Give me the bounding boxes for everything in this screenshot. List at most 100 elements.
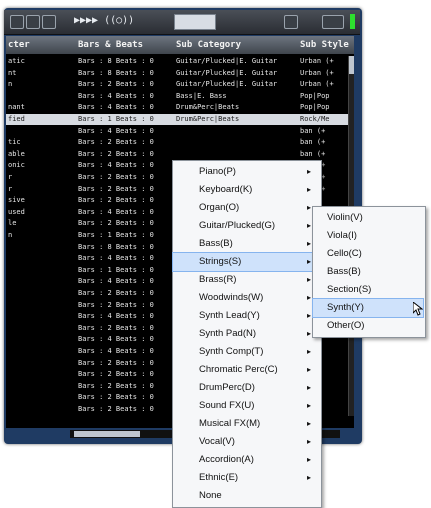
- menu-item[interactable]: Organ(O) ▸: [173, 199, 319, 217]
- column-header[interactable]: Sub Category: [176, 36, 241, 54]
- table-row[interactable]: Bars : 4 Beats : 0 Bass|E. Bass Pop|Pop: [6, 91, 354, 102]
- menu-item-label: Guitar/Plucked(G): [199, 220, 276, 231]
- menu-item[interactable]: Vocal(V) ▸: [173, 433, 319, 451]
- table-row[interactable]: able Bars : 2 Beats : 0 ban (+: [6, 149, 354, 160]
- table-cell: ban (+: [300, 138, 326, 147]
- table-header: cter Bars & Beats Sub Category Sub Style: [6, 36, 354, 54]
- submenu-arrow-icon: ▸: [306, 185, 311, 194]
- menu-item[interactable]: DrumPerc(D) ▸: [173, 379, 319, 397]
- submenu-item[interactable]: Section(S): [313, 281, 423, 299]
- search-input[interactable]: [174, 14, 216, 30]
- table-cell: Urban (+: [300, 80, 334, 89]
- toolbar: ▶▶▶▶ ((○)): [4, 10, 360, 35]
- menu-item[interactable]: Woodwinds(W) ▸: [173, 289, 319, 307]
- table-cell: Guitar/Plucked|E. Guitar: [176, 57, 278, 65]
- menu-item[interactable]: Sound FX(U) ▸: [173, 397, 319, 415]
- table-cell: Bars : 4 Beats : 0: [78, 207, 154, 216]
- submenu-arrow-icon: ▸: [306, 365, 311, 374]
- submenu-item-label: Viola(I): [327, 230, 357, 241]
- table-row[interactable]: nant Bars : 4 Beats : 0 Drum&Perc|Beats Pop…: [6, 102, 354, 113]
- menu-item-label: Woodwinds(W): [199, 292, 264, 303]
- submenu-item[interactable]: Violin(V): [313, 209, 423, 227]
- submenu-item[interactable]: Viola(I): [313, 227, 423, 245]
- table-cell: ban (+: [300, 149, 326, 158]
- menu-item[interactable]: None: [173, 487, 319, 505]
- table-cell: Rock/Me: [300, 115, 330, 123]
- transport-display[interactable]: ▶▶▶▶ ((○)): [74, 14, 134, 28]
- menu-item-label: Sound FX(U): [199, 400, 255, 411]
- scroll-thumb[interactable]: [74, 431, 140, 437]
- submenu-arrow-icon: ▸: [306, 401, 311, 410]
- menu-item[interactable]: Synth Pad(N) ▸: [173, 325, 319, 343]
- table-cell: nt: [8, 68, 17, 77]
- menu-item[interactable]: Keyboard(K) ▸: [173, 181, 319, 199]
- submenu-item-label: Other(O): [327, 320, 365, 331]
- menu-item-label: Accordion(A): [199, 454, 254, 465]
- table-row[interactable]: tic Bars : 2 Beats : 0 ban (+: [6, 137, 354, 148]
- menu-item-label: Ethnic(E): [199, 472, 239, 483]
- table-row[interactable]: Bars : 4 Beats : 0 ban (+: [6, 126, 354, 137]
- submenu-arrow-icon: ▸: [306, 455, 311, 464]
- table-cell: r: [8, 184, 13, 193]
- submenu-arrow-icon: ▸: [306, 473, 311, 482]
- table-cell: atic: [8, 57, 25, 65]
- table-row[interactable]: fied Bars : 1 Beats : 0 Drum&Perc|Beats Roc…: [6, 114, 354, 126]
- menu-item[interactable]: Synth Lead(Y) ▸: [173, 307, 319, 325]
- toolbar-tool-icon[interactable]: [42, 15, 56, 29]
- menu-item[interactable]: Brass(R) ▸: [173, 271, 319, 289]
- table-cell: used: [8, 207, 25, 216]
- menu-item[interactable]: Strings(S) ▸: [172, 252, 320, 272]
- submenu-item[interactable]: Synth(Y): [312, 298, 424, 318]
- submenu-item[interactable]: Cello(C): [313, 245, 423, 263]
- table-cell: Bars : 4 Beats : 0: [78, 161, 154, 170]
- submenu-item[interactable]: Bass(B): [313, 263, 423, 281]
- table-row[interactable]: n Bars : 2 Beats : 0 Guitar/Plucked|E. Gui…: [6, 79, 354, 90]
- table-cell: nant: [8, 103, 25, 112]
- settings-icon[interactable]: [284, 15, 298, 29]
- menu-item[interactable]: Guitar/Plucked(G) ▸: [173, 217, 319, 235]
- submenu-arrow-icon: ▸: [306, 311, 311, 320]
- menu-item-label: Brass(R): [199, 274, 237, 285]
- status-indicator: [350, 14, 355, 29]
- column-header[interactable]: Sub Style: [300, 36, 349, 54]
- table-cell: Bars : 8 Beats : 0: [78, 68, 154, 77]
- submenu-item-label: Cello(C): [327, 248, 362, 259]
- menu-item[interactable]: Musical FX(M) ▸: [173, 415, 319, 433]
- menu-item[interactable]: Piano(P) ▸: [173, 163, 319, 181]
- menu-item[interactable]: Accordion(A) ▸: [173, 451, 319, 469]
- table-cell: Urban (+: [300, 57, 334, 65]
- menu-item-label: DrumPerc(D): [199, 382, 255, 393]
- toolbar-tool-icon[interactable]: [10, 15, 24, 29]
- toolbar-tool-icon[interactable]: [26, 15, 40, 29]
- scroll-thumb[interactable]: [349, 56, 354, 74]
- menu-item[interactable]: Ethnic(E) ▸: [173, 469, 319, 487]
- table-cell: Bars : 4 Beats : 0: [78, 91, 154, 100]
- table-cell: n: [8, 231, 13, 239]
- menu-item-label: Piano(P): [199, 166, 236, 177]
- table-cell: Drum&Perc|Beats: [176, 115, 240, 123]
- strings-submenu: Violin(V) Viola(I) Cello(C) Bass(B) Section(…: [312, 206, 426, 338]
- category-context-menu: Piano(P) ▸ Keyboard(K) ▸ Organ(O) ▸ Guitar/Plu…: [172, 160, 322, 508]
- table-cell: n: [8, 80, 13, 89]
- table-cell: Bars : 2 Beats : 0: [78, 219, 154, 228]
- table-cell: Bars : 4 Beats : 0: [78, 254, 154, 263]
- table-cell: Bars : 2 Beats : 0: [78, 80, 154, 89]
- submenu-arrow-icon: ▸: [306, 419, 311, 428]
- menu-item[interactable]: Chromatic Perc(C) ▸: [173, 361, 319, 379]
- table-cell: Bars : 2 Beats : 0: [78, 149, 154, 158]
- menu-item-label: None: [199, 490, 222, 501]
- table-row[interactable]: nt Bars : 8 Beats : 0 Guitar/Plucked|E. Gu…: [6, 68, 354, 79]
- submenu-arrow-icon: ▸: [306, 347, 311, 356]
- submenu-item-label: Synth(Y): [327, 302, 364, 313]
- table-cell: Bars : 1 Beats : 0: [78, 115, 154, 123]
- menu-item-label: Keyboard(K): [199, 184, 253, 195]
- submenu-item[interactable]: Other(O): [313, 317, 423, 335]
- menu-item[interactable]: Synth Comp(T) ▸: [173, 343, 319, 361]
- table-cell: tic: [8, 138, 21, 147]
- column-header[interactable]: cter: [8, 36, 30, 54]
- submenu-arrow-icon: ▸: [306, 383, 311, 392]
- menu-item[interactable]: Bass(B) ▸: [173, 235, 319, 253]
- submenu-item-label: Bass(B): [327, 266, 361, 277]
- table-row[interactable]: atic Bars : 8 Beats : 0 Guitar/Plucked|E. …: [6, 56, 354, 67]
- column-header[interactable]: Bars & Beats: [78, 36, 143, 54]
